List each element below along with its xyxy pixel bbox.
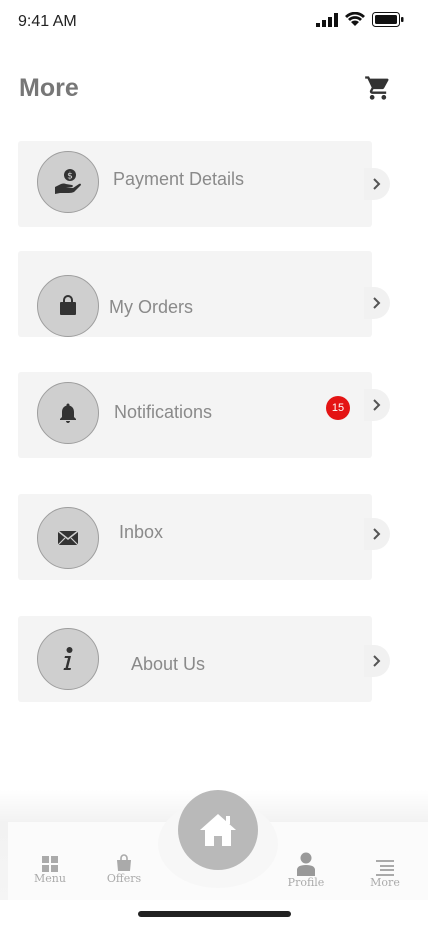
tab-label: More bbox=[370, 876, 400, 889]
cart-icon[interactable] bbox=[364, 74, 392, 102]
bell-icon bbox=[60, 403, 76, 423]
bag-icon bbox=[117, 854, 131, 871]
menu-item-label: Inbox bbox=[119, 522, 164, 542]
info-icon bbox=[63, 647, 73, 670]
menu-item-label: Payment Details bbox=[113, 169, 245, 189]
chevron-right-icon[interactable] bbox=[364, 287, 390, 319]
tab-label: Menu bbox=[34, 872, 66, 885]
home-button[interactable] bbox=[178, 790, 258, 870]
shopping-bag-icon bbox=[60, 295, 76, 315]
chevron-right-icon[interactable] bbox=[364, 518, 390, 550]
person-icon bbox=[297, 852, 315, 876]
menu-item-icon-circle: $ bbox=[37, 151, 99, 213]
envelope-icon bbox=[57, 530, 79, 546]
signal-icon bbox=[316, 12, 338, 27]
chevron-right-icon[interactable] bbox=[364, 389, 390, 421]
menu-item-inbox[interactable]: Inbox bbox=[18, 494, 372, 580]
menu-item-icon-circle bbox=[37, 275, 99, 337]
grid-icon bbox=[42, 856, 58, 872]
chevron-right-icon[interactable] bbox=[364, 168, 390, 200]
battery-icon bbox=[372, 12, 404, 27]
tab-profile[interactable]: Profile bbox=[276, 852, 336, 889]
tab-label: Profile bbox=[287, 876, 325, 889]
menu-item-notifications[interactable]: Notifications bbox=[18, 372, 372, 458]
menu-item-icon-circle bbox=[37, 382, 99, 444]
menu-item-label: About Us bbox=[131, 654, 206, 674]
home-icon bbox=[200, 814, 236, 846]
list-icon bbox=[376, 860, 394, 876]
menu-item-label: My Orders bbox=[109, 297, 194, 317]
menu-item-payment-details[interactable]: $ Payment Details bbox=[18, 141, 372, 227]
svg-text:$: $ bbox=[67, 172, 73, 182]
menu-item-my-orders[interactable]: My Orders bbox=[18, 251, 372, 337]
tab-offers[interactable]: Offers bbox=[94, 854, 154, 885]
notification-count-badge: 15 bbox=[326, 396, 350, 420]
hand-coin-icon: $ bbox=[55, 169, 81, 194]
page-title: More bbox=[19, 74, 79, 102]
menu-item-icon-circle bbox=[37, 628, 99, 690]
menu-item-about-us[interactable]: About Us bbox=[18, 616, 372, 702]
status-time: 9:41 AM bbox=[18, 13, 77, 30]
menu-item-label: Notifications bbox=[114, 402, 213, 422]
chevron-right-icon[interactable] bbox=[364, 645, 390, 677]
tab-menu[interactable]: Menu bbox=[20, 856, 80, 885]
status-icons bbox=[316, 12, 404, 27]
home-indicator bbox=[138, 911, 291, 917]
tab-more[interactable]: More bbox=[355, 860, 415, 889]
menu-item-icon-circle bbox=[37, 507, 99, 569]
wifi-icon bbox=[345, 12, 365, 26]
tab-label: Offers bbox=[106, 872, 142, 885]
status-bar: 9:41 AM bbox=[0, 0, 428, 44]
